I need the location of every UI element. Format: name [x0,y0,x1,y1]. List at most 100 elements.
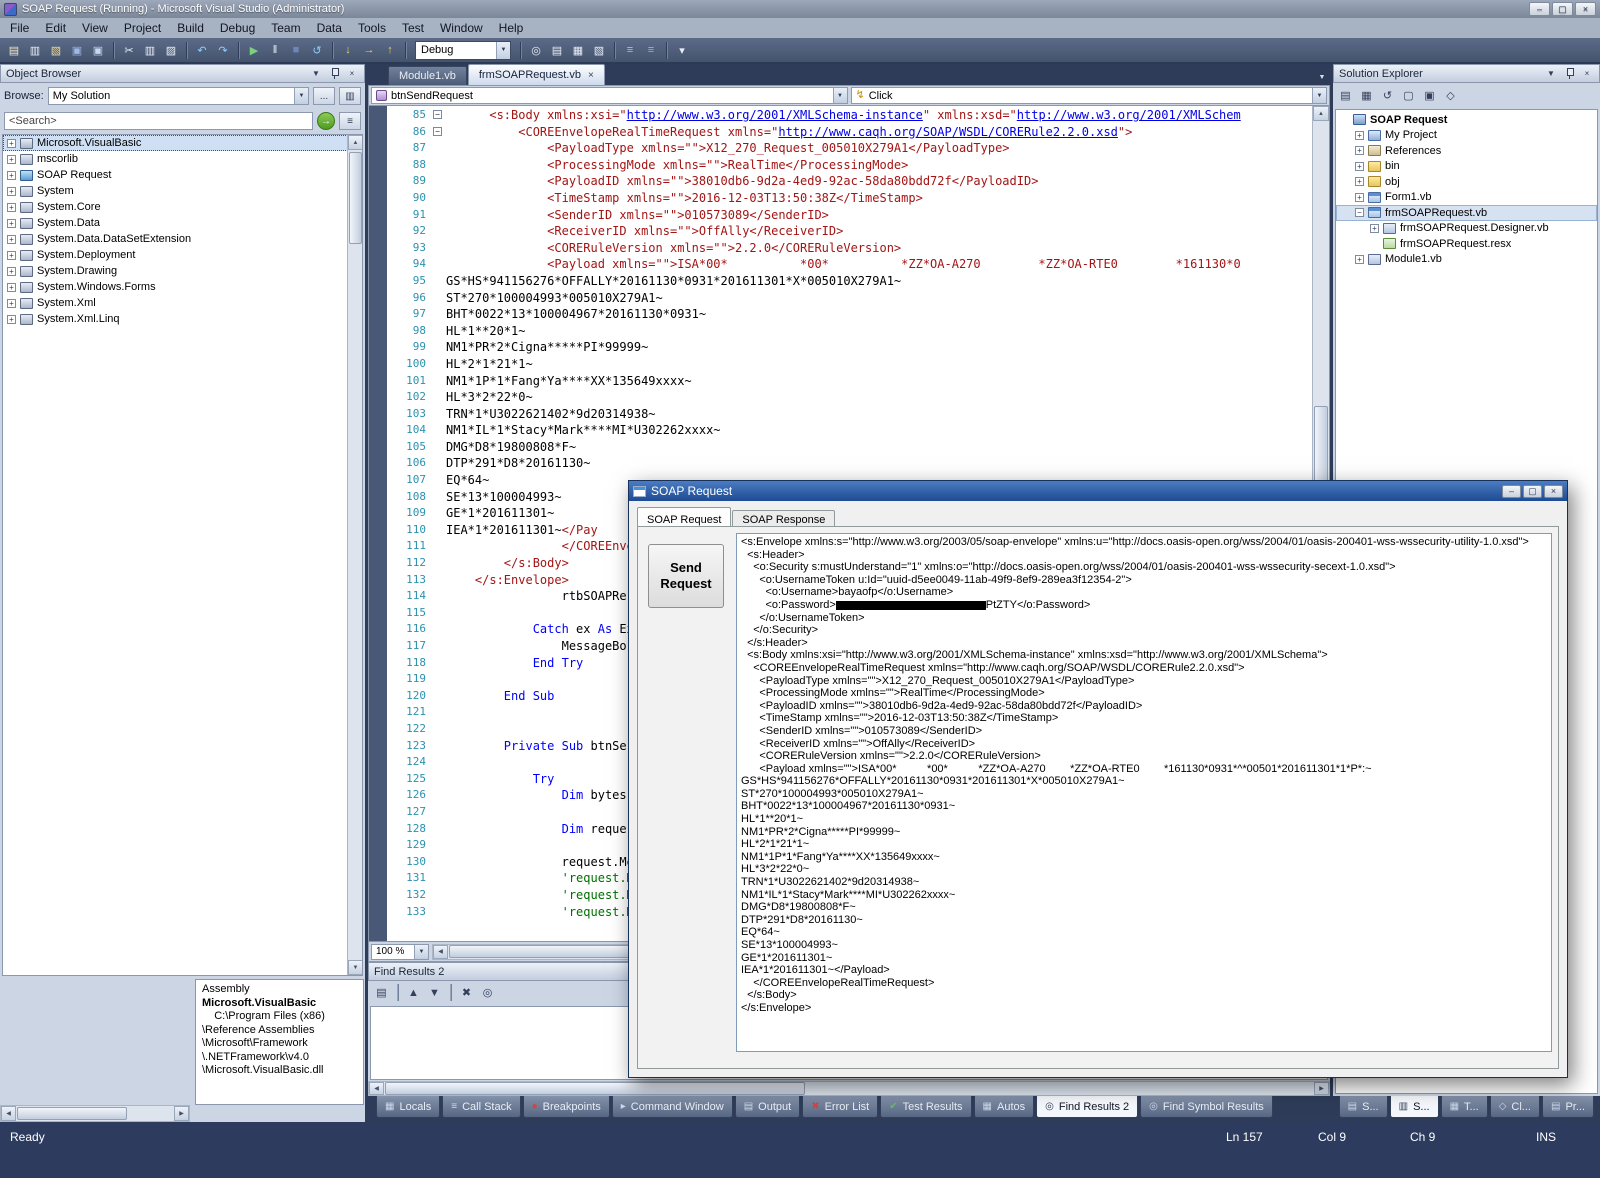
side-tab-cl[interactable]: ◇ Cl... [1489,1096,1540,1118]
tab-command-window[interactable]: ▸ Command Window [611,1096,733,1118]
fold-collapse-icon[interactable]: − [433,110,442,119]
expand-icon[interactable]: − [1355,208,1364,218]
menu-team[interactable]: Team [263,19,308,37]
solution-explorer-icon[interactable]: ▤ [547,40,567,60]
object-browser-item[interactable]: + System [3,183,362,199]
expand-icon[interactable]: + [1370,223,1379,233]
object-browser-item[interactable]: + System.Deployment [3,247,362,263]
menu-test[interactable]: Test [394,19,432,37]
tab-output[interactable]: ▤ Output [734,1096,801,1118]
scroll-left-icon[interactable]: ◀ [369,1082,384,1095]
expand-icon[interactable]: + [7,154,16,164]
expand-icon[interactable]: + [1355,254,1364,264]
scroll-right-icon[interactable]: ▶ [1314,1082,1329,1095]
expand-icon[interactable]: + [1355,177,1364,187]
chevron-down-icon[interactable]: ▼ [414,944,428,959]
expand-icon[interactable]: + [1355,130,1364,140]
chevron-down-icon[interactable]: ▼ [832,88,847,103]
tab-breakpoints[interactable]: ● Breakpoints [522,1096,610,1118]
menu-help[interactable]: Help [491,19,532,37]
object-browser-item[interactable]: + System.Xml.Linq [3,311,362,327]
menu-view[interactable]: View [74,19,116,37]
expand-icon[interactable]: + [7,186,16,196]
pin-icon[interactable] [1562,67,1576,80]
side-tab-s1[interactable]: ▤ S... [1338,1096,1388,1118]
view-class-diagram-icon[interactable]: ◇ [1441,86,1460,105]
solution-item-frmsoaprequest-vb[interactable]: − frmSOAPRequest.vb [1336,205,1597,221]
menu-build[interactable]: Build [169,19,212,37]
minimize-button[interactable]: – [1502,484,1521,498]
step-over-icon[interactable]: → [359,40,379,60]
start-debug-icon[interactable]: ▶ [244,40,264,60]
solution-item-soap-request[interactable]: SOAP Request [1336,112,1597,128]
tab-error-list[interactable]: ✖ Error List [802,1096,879,1118]
browse-settings-icon[interactable]: ▥ [339,87,361,105]
fold-collapse-icon[interactable]: − [433,126,442,136]
expand-icon[interactable]: + [7,314,16,324]
chevron-down-icon[interactable]: ▼ [294,88,308,104]
scrollbar-thumb[interactable] [385,1082,805,1095]
search-options-icon[interactable]: ≡ [339,112,361,130]
goto-next-result-icon[interactable]: ▼ [425,983,444,1002]
expand-icon[interactable]: + [1355,161,1364,171]
send-request-button[interactable]: Send Request [648,544,724,608]
maximize-button[interactable]: ▢ [1552,2,1573,16]
tab-call-stack[interactable]: ≡ Call Stack [442,1096,521,1118]
expand-icon[interactable]: + [7,234,16,244]
properties-window-icon[interactable]: ▦ [568,40,588,60]
menu-project[interactable]: Project [116,19,169,37]
object-browser-item[interactable]: + System.Data.DataSetExtension [3,231,362,247]
toolbar-options-icon[interactable]: ▾ [672,40,692,60]
editor-zoom-select[interactable]: 100 % ▼ [371,943,429,960]
tab-find-symbol-results[interactable]: ◎ Find Symbol Results [1140,1096,1273,1118]
solution-item-form1-vb[interactable]: + Form1.vb [1336,190,1597,206]
object-browser-item[interactable]: + System.Windows.Forms [3,279,362,295]
expand-icon[interactable]: + [7,298,16,308]
output-doc-icon[interactable]: ▤ [372,983,391,1002]
tab-locals[interactable]: ▦ Locals [376,1096,441,1118]
menu-data[interactable]: Data [309,19,350,37]
object-browser-search-input[interactable] [4,112,313,130]
window-position-icon[interactable]: ▼ [1544,67,1558,80]
comment-icon[interactable]: ≡ [620,40,640,60]
find-in-files-icon[interactable]: ◎ [526,40,546,60]
close-icon[interactable]: × [1580,67,1594,80]
solution-item-obj[interactable]: + obj [1336,174,1597,190]
menu-tools[interactable]: Tools [350,19,394,37]
close-button[interactable]: × [1575,2,1596,16]
copy-icon[interactable]: ▥ [140,40,160,60]
solution-explorer-header[interactable]: Solution Explorer ▼ × [1333,64,1600,83]
solution-item-frmsoaprequest-resx[interactable]: frmSOAPRequest.resx [1336,236,1597,252]
expand-icon[interactable]: + [7,266,16,276]
tab-find-results-2[interactable]: ◎ Find Results 2 [1036,1096,1139,1118]
menu-edit[interactable]: Edit [37,19,74,37]
solution-item-references[interactable]: + References [1336,143,1597,159]
open-file-icon[interactable]: ▧ [46,40,66,60]
soap-envelope-textbox[interactable]: <s:Envelope xmlns:s="http://www.w3.org/2… [736,533,1552,1052]
break-all-icon[interactable]: ‖ [265,40,285,60]
browse-scope-select[interactable]: My Solution ▼ [47,87,309,105]
pin-icon[interactable] [327,67,341,80]
add-item-icon[interactable]: ▥ [25,40,45,60]
window-position-icon[interactable]: ▼ [309,67,323,80]
clear-results-icon[interactable]: ✖ [457,983,476,1002]
solution-item-my-project[interactable]: + My Project [1336,128,1597,144]
step-into-icon[interactable]: ↓ [338,40,358,60]
solution-item-bin[interactable]: + bin [1336,159,1597,175]
maximize-button[interactable]: ▢ [1523,484,1542,498]
expand-icon[interactable]: + [7,282,16,292]
soap-request-window[interactable]: SOAP Request – ▢ × SOAP Request SOAP Respon… [628,480,1568,1078]
solution-item-frmsoaprequest-designer-vb[interactable]: + frmSOAPRequest.Designer.vb [1336,221,1597,237]
breakpoint-margin[interactable] [369,106,387,941]
expand-icon[interactable]: + [7,170,16,180]
doc-tab-module1-vb[interactable]: Module1.vb [388,66,467,85]
redo-icon[interactable]: ↷ [213,40,233,60]
uncomment-icon[interactable]: ≡ [641,40,661,60]
edit-custom-component-set-button[interactable]: ... [313,87,335,105]
minimize-button[interactable]: – [1529,2,1550,16]
save-icon[interactable]: ▣ [67,40,87,60]
event-dropdown[interactable]: ↯ Click ▼ [850,87,1327,104]
find-results-horizontal-scrollbar[interactable]: ◀ ▶ [368,1081,1330,1096]
scrollbar-thumb[interactable] [349,152,362,244]
scroll-down-icon[interactable]: ▼ [348,960,362,975]
